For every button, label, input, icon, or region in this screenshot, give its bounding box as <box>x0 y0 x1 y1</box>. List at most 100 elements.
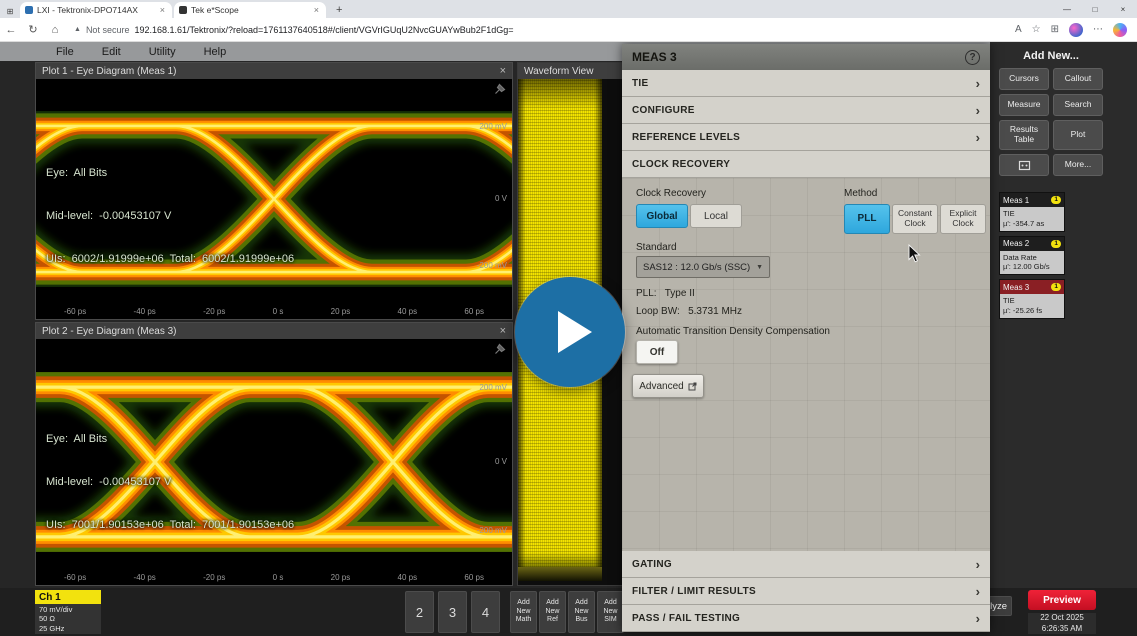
tab-close-icon[interactable]: × <box>312 5 321 15</box>
badge-value: µ': -25.26 fs <box>1003 306 1061 316</box>
constant-clock-button[interactable]: Constant Clock <box>892 204 938 234</box>
meas3-config-panel: MEAS 3 ? TIE › CONFIGURE › REFERENCE LEV… <box>622 44 990 632</box>
results-table-button[interactable]: Results Table <box>999 120 1049 150</box>
plot-close-icon[interactable]: × <box>500 65 506 77</box>
add-new-header: Add New... <box>999 50 1103 62</box>
badge-name: Meas 3 <box>1003 283 1051 292</box>
clock-recovery-content: Clock Recovery Global Local Method PLL C… <box>622 178 990 551</box>
meas3-panel-header[interactable]: MEAS 3 ? <box>622 44 990 70</box>
channel-2-button[interactable]: 2 <box>405 591 434 633</box>
menu-utility[interactable]: Utility <box>149 46 176 58</box>
search-button[interactable]: Search <box>1053 94 1103 116</box>
meas3-badge[interactable]: Meas 3 1 TIE µ': -25.26 fs <box>999 279 1065 319</box>
copilot-icon[interactable] <box>1113 23 1127 37</box>
minimize-icon[interactable]: — <box>1053 5 1081 14</box>
meas1-badge[interactable]: Meas 1 1 TIE µ': -354.7 as <box>999 192 1065 232</box>
pll-button[interactable]: PLL <box>844 204 890 234</box>
chevron-right-icon: › <box>976 584 980 599</box>
cursors-button[interactable]: Cursors <box>999 68 1049 90</box>
browser-tabstrip: ⊞ LXI - Tektronix-DPO714AX × Tek e*Scope… <box>0 0 1137 18</box>
channel-1-badge[interactable]: Ch 1 70 mV/div 50 Ω 25 GHz <box>35 590 101 634</box>
plot1-canvas[interactable]: 200 mV 0 V -200 mV Eye: All Bits Mid-lev… <box>36 79 512 319</box>
tab-close-icon[interactable]: × <box>158 5 167 15</box>
section-tie[interactable]: TIE › <box>622 70 990 97</box>
plot2-titlebar[interactable]: Plot 2 - Eye Diagram (Meas 3) × <box>36 323 512 339</box>
advanced-button[interactable]: Advanced <box>632 374 704 398</box>
back-icon[interactable]: ← <box>0 24 22 36</box>
favorite-star-icon[interactable]: ☆ <box>1032 24 1041 35</box>
video-play-button[interactable] <box>515 277 625 387</box>
eye-bits-label: Eye: All Bits <box>46 166 294 180</box>
address-field[interactable]: ▲ Not secure 192.168.1.61/Tektronix/?rel… <box>74 25 1005 35</box>
meas2-badge[interactable]: Meas 2 1 Data Rate µ': 12.00 Gb/s <box>999 236 1065 276</box>
plot-pin-icon[interactable] <box>494 83 506 95</box>
add-new-math-button[interactable]: Add New Math <box>510 591 537 633</box>
pll-type-value: Type II <box>665 288 695 299</box>
section-pass-fail[interactable]: PASS / FAIL TESTING › <box>622 605 990 632</box>
browser-menu-icon[interactable]: ⋯ <box>1093 24 1103 35</box>
meas3-body: TIE µ': -25.26 fs <box>1000 294 1064 318</box>
more-button[interactable]: More... <box>1053 154 1103 176</box>
tab-label: Tek e*Scope <box>191 5 308 15</box>
act-on-event-icon <box>1018 159 1031 172</box>
local-button[interactable]: Local <box>690 204 742 228</box>
plot-close-icon[interactable]: × <box>500 325 506 337</box>
refresh-icon[interactable]: ↻ <box>22 23 44 36</box>
read-aloud-icon[interactable]: A <box>1015 24 1022 35</box>
add-new-ref-button[interactable]: Add New Ref <box>539 591 566 633</box>
plot-button[interactable]: Plot <box>1053 120 1103 150</box>
help-icon[interactable]: ? <box>965 50 980 65</box>
section-gating[interactable]: GATING › <box>622 551 990 578</box>
chevron-right-icon: › <box>976 611 980 626</box>
section-configure[interactable]: CONFIGURE › <box>622 97 990 124</box>
plot-pin-icon[interactable] <box>494 343 506 355</box>
add-new-grid: Cursors Callout Measure Search Results T… <box>999 68 1103 176</box>
chevron-right-icon: › <box>976 103 980 118</box>
source-pill: 1 <box>1051 240 1061 248</box>
channel-4-button[interactable]: 4 <box>471 591 500 633</box>
act-on-event-button[interactable] <box>999 154 1049 176</box>
standard-value: SAS12 : 12.0 Gb/s (SSC) <box>643 262 756 273</box>
play-icon <box>558 311 592 353</box>
x-tick: 20 ps <box>331 573 351 582</box>
url-text: 192.168.1.61/Tektronix/?reload=176113764… <box>134 25 513 35</box>
advanced-label: Advanced <box>639 381 683 392</box>
explicit-clock-button[interactable]: Explicit Clock <box>940 204 986 234</box>
plot2-canvas[interactable]: 200 mV 0 V -200 mV Eye: All Bits Mid-lev… <box>36 339 512 585</box>
section-reference-levels[interactable]: REFERENCE LEVELS › <box>622 124 990 151</box>
section-filter-limit[interactable]: FILTER / LIMIT RESULTS › <box>622 578 990 605</box>
home-icon[interactable]: ⌂ <box>44 24 66 36</box>
browser-tab-escope[interactable]: Tek e*Scope × <box>174 2 326 18</box>
meas2-body: Data Rate µ': 12.00 Gb/s <box>1000 251 1064 275</box>
clock-recovery-scope-toggle: Global Local <box>636 204 742 228</box>
menu-edit[interactable]: Edit <box>102 46 121 58</box>
preview-button[interactable]: Preview <box>1028 590 1096 610</box>
tab-search-icon[interactable]: ⊞ <box>0 4 20 18</box>
measure-button[interactable]: Measure <box>999 94 1049 116</box>
maximize-icon[interactable]: □ <box>1081 5 1109 14</box>
plot2-readout: Eye: All Bits Mid-level: -0.00453107 V U… <box>46 404 294 561</box>
channel-1-label: Ch 1 <box>35 590 101 604</box>
menu-file[interactable]: File <box>56 46 74 58</box>
plot1-readout: Eye: All Bits Mid-level: -0.00453107 V U… <box>46 138 294 295</box>
waveform-view-titlebar[interactable]: Waveform View <box>518 63 624 79</box>
new-tab-button[interactable]: + <box>328 4 350 18</box>
atdc-toggle[interactable]: Off <box>636 340 678 364</box>
section-clock-recovery[interactable]: CLOCK RECOVERY <box>622 151 990 178</box>
add-new-sim-button[interactable]: Add New SIM <box>597 591 624 633</box>
ch1-scale: 70 mV/div <box>39 605 97 614</box>
close-icon[interactable]: × <box>1109 5 1137 14</box>
meas1-body: TIE µ': -354.7 as <box>1000 207 1064 231</box>
callout-button[interactable]: Callout <box>1053 68 1103 90</box>
plot2-x-axis: -60 ps -40 ps -20 ps 0 s 20 ps 40 ps 60 … <box>36 573 512 582</box>
mouse-cursor <box>908 244 921 263</box>
profile-avatar[interactable] <box>1069 23 1083 37</box>
menu-help[interactable]: Help <box>204 46 227 58</box>
channel-3-button[interactable]: 3 <box>438 591 467 633</box>
browser-tab-lxi[interactable]: LXI - Tektronix-DPO714AX × <box>20 2 172 18</box>
standard-dropdown[interactable]: SAS12 : 12.0 Gb/s (SSC) ▼ <box>636 256 770 278</box>
plot1-titlebar[interactable]: Plot 1 - Eye Diagram (Meas 1) × <box>36 63 512 79</box>
global-button[interactable]: Global <box>636 204 688 228</box>
add-new-bus-button[interactable]: Add New Bus <box>568 591 595 633</box>
collections-icon[interactable]: ⊞ <box>1051 24 1059 35</box>
